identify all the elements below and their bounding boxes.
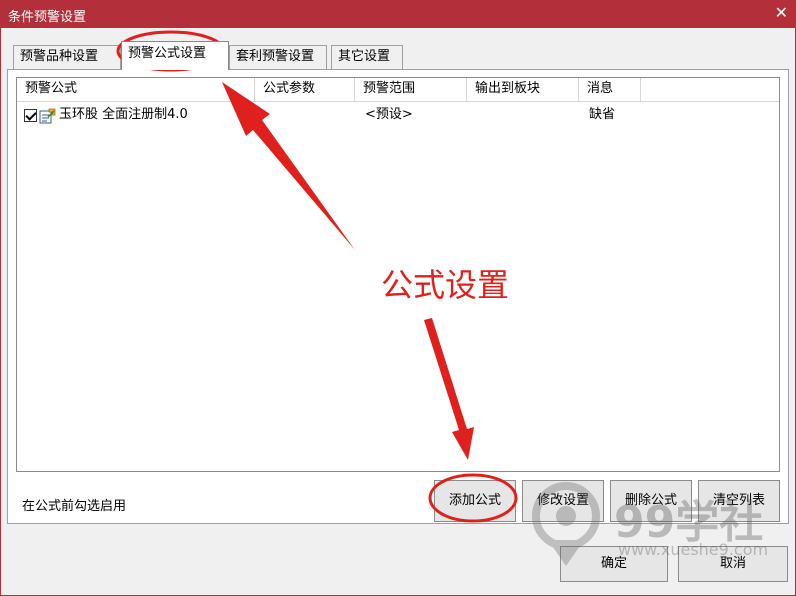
title-bar: 条件预警设置 ✕ — [0, 0, 796, 28]
tab-panel: 预警公式 公式参数 预警范围 输出到板块 消息 玉环股 全面注册制4.0 <预设… — [7, 69, 789, 524]
formula-name: 玉环股 全面注册制4.0 — [59, 107, 188, 122]
formula-icon — [39, 108, 56, 124]
dialog-body: 预警品种设置 预警公式设置 套利预警设置 其它设置 预警公式 公式参数 预警范围… — [0, 28, 796, 596]
tab-other-settings[interactable]: 其它设置 — [331, 45, 403, 69]
modify-settings-button[interactable]: 修改设置 — [522, 480, 604, 522]
formula-output — [467, 104, 475, 126]
formula-range: <预设> — [365, 107, 413, 122]
column-header-params[interactable]: 公式参数 — [255, 78, 355, 102]
tab-formula-settings[interactable]: 预警公式设置 — [121, 41, 229, 70]
column-header-formula[interactable]: 预警公式 — [17, 78, 255, 102]
add-formula-button[interactable]: 添加公式 — [434, 480, 516, 522]
column-header-range[interactable]: 预警范围 — [355, 78, 467, 102]
delete-formula-button[interactable]: 删除公式 — [610, 480, 692, 522]
close-icon[interactable]: ✕ — [775, 3, 788, 23]
ok-button[interactable]: 确定 — [560, 546, 668, 582]
window-title: 条件预警设置 — [8, 10, 87, 25]
formula-message: 缺省 — [589, 107, 616, 122]
column-header-output[interactable]: 输出到板块 — [467, 78, 579, 102]
cancel-button[interactable]: 取消 — [678, 546, 788, 582]
enable-checkbox[interactable] — [24, 109, 37, 122]
column-header-message[interactable]: 消息 — [579, 78, 641, 102]
formula-params — [255, 104, 263, 126]
tab-arbitrage-settings[interactable]: 套利预警设置 — [229, 45, 327, 69]
table-row[interactable]: 玉环股 全面注册制4.0 <预设> 缺省 — [17, 104, 779, 128]
list-header: 预警公式 公式参数 预警范围 输出到板块 消息 — [17, 78, 779, 102]
formula-list[interactable]: 预警公式 公式参数 预警范围 输出到板块 消息 玉环股 全面注册制4.0 <预设… — [16, 77, 780, 472]
clear-list-button[interactable]: 清空列表 — [698, 480, 780, 522]
tab-variety-settings[interactable]: 预警品种设置 — [13, 45, 121, 69]
hint-text: 在公式前勾选启用 — [22, 499, 127, 514]
